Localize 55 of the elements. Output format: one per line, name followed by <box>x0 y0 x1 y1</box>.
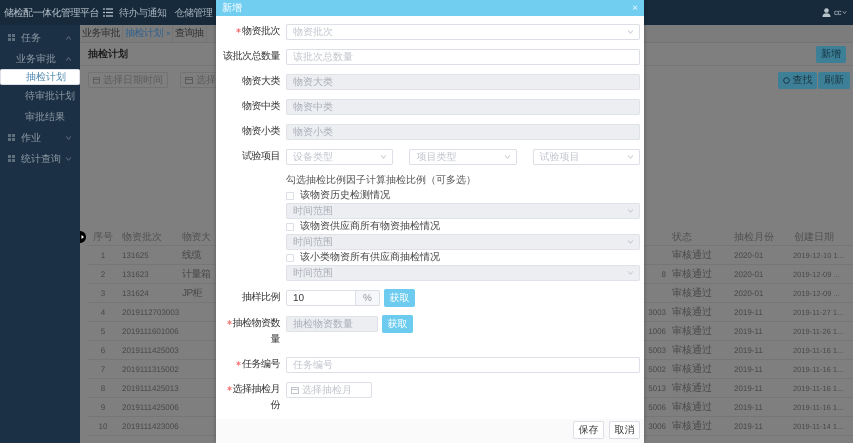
field-label: 该批次总数量 <box>223 51 280 62</box>
table-cell: 2019-11 <box>730 322 790 341</box>
table-cell: 2019-11 <box>730 341 790 360</box>
table-cell: 2019111425003 <box>118 341 180 360</box>
table-cell: 2019111423006 <box>118 417 180 436</box>
table-cell: 2020-01 <box>730 265 790 284</box>
table-cell: 2019111315002 <box>118 360 180 379</box>
table-cell: 审核通过 <box>668 379 730 398</box>
field-label: 物资中类 <box>242 101 280 112</box>
table-cell: 7 <box>88 360 118 379</box>
table-cell: 审核通过 <box>668 246 730 265</box>
table-cell: 2019111601006 <box>118 322 180 341</box>
table-cell: 2019111425006 <box>118 398 180 417</box>
table-cell: 审核通过 <box>668 265 730 284</box>
table-cell: 审核通过 <box>668 322 730 341</box>
field-label: 抽检物资数量 <box>232 318 280 345</box>
table-cell: 10 <box>88 417 118 436</box>
table-cell: 审核通过 <box>668 417 730 436</box>
hint-text: 勾选抽检比例因子计算抽检比例（可多选） <box>286 174 477 188</box>
field-label: 抽样比例 <box>242 292 280 303</box>
field-label: 试验项目 <box>242 151 280 162</box>
table-cell: 2019-11 <box>730 379 790 398</box>
table-cell: 2019-11 <box>730 417 790 436</box>
table-cell: 2019-11 <box>730 398 790 417</box>
app-title: 储检配一体化管理平台 <box>4 6 99 20</box>
table-cell: 2020-01 <box>730 246 790 265</box>
table-cell: 审核通过 <box>668 284 730 303</box>
table-cell: 2019112703003 <box>118 303 180 322</box>
unit-addon: % <box>356 290 380 306</box>
table-cell: 2019111425013 <box>118 379 180 398</box>
dialog-title: 新增 <box>222 2 242 15</box>
table-cell: 审核通过 <box>668 303 730 322</box>
table-cell: 131623 <box>118 265 180 284</box>
table-cell: 6 <box>88 341 118 360</box>
table-cell: 131624 <box>118 284 180 303</box>
page-title: 抽检计划 <box>88 48 128 61</box>
table-cell: 1 <box>88 246 118 265</box>
table-cell: 2019-11 <box>730 303 790 322</box>
field-label: 物资大类 <box>242 76 280 87</box>
table-cell: 3 <box>88 284 118 303</box>
table-cell: 5 <box>88 322 118 341</box>
table-cell: 2019-11 <box>730 360 790 379</box>
table-cell: 8 <box>88 379 118 398</box>
table-cell: 4 <box>88 303 118 322</box>
field-label: 任务编号 <box>242 359 280 370</box>
field-label: 物资批次 <box>242 26 280 37</box>
table-cell: 审核通过 <box>668 341 730 360</box>
table-cell: 审核通过 <box>668 360 730 379</box>
table-cell: 2020-01 <box>730 284 790 303</box>
field-label: 物资小类 <box>242 126 280 137</box>
table-cell: 131625 <box>118 246 180 265</box>
table-cell: 9 <box>88 398 118 417</box>
field-label: 选择抽检月份 <box>232 384 280 411</box>
table-cell: 审核通过 <box>668 398 730 417</box>
table-cell: 2 <box>88 265 118 284</box>
